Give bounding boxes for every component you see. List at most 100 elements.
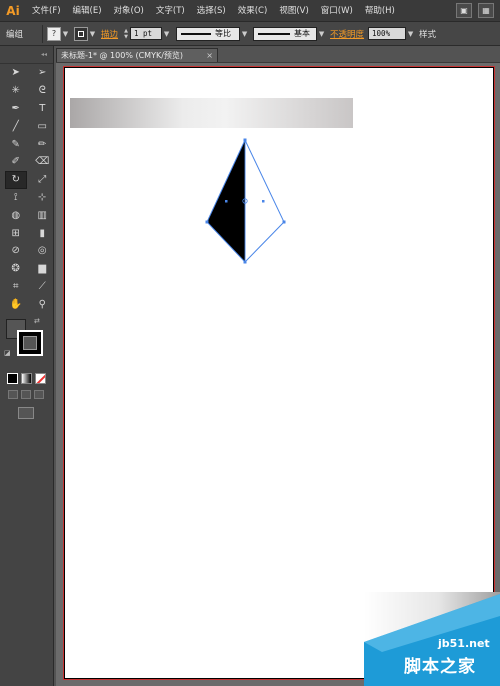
- tools-panel: ◂◂ ➤ ➢ ✳ ᘓ ✒ T ╱ ▭ ✎ ✏ ✐ ⌫ ↻ ⤢ ⟟ ⊹ ◍ ▥ ⊞ ▮ ⊘ ◎ ❂ ▆ ⌗ ⟋ ✋ ⚲ ⇄ ◪: [0, 46, 54, 686]
- menu-edit[interactable]: 编辑(E): [67, 0, 108, 22]
- chevron-down-icon[interactable]: ▼: [317, 27, 326, 41]
- none-mode-icon[interactable]: [35, 373, 46, 385]
- menu-extras: ▣ ▦: [456, 3, 494, 18]
- lasso-tool-icon[interactable]: ᘓ: [32, 82, 54, 100]
- paintbrush-tool-icon[interactable]: ✎: [5, 135, 27, 153]
- scale-tool-icon[interactable]: ⤢: [32, 171, 53, 189]
- tool-row: ✐ ⌫: [0, 153, 53, 171]
- anchor-point[interactable]: [205, 220, 209, 224]
- chevron-down-icon[interactable]: ▼: [88, 27, 97, 41]
- stroke-weight-field[interactable]: 1 pt: [130, 27, 163, 40]
- menu-effect[interactable]: 效果(C): [232, 0, 274, 22]
- menu-bar: Ai 文件(F) 编辑(E) 对象(O) 文字(T) 选择(S) 效果(C) 视…: [0, 0, 500, 22]
- tool-grid: ➤ ➢ ✳ ᘓ ✒ T ╱ ▭ ✎ ✏ ✐ ⌫ ↻ ⤢ ⟟ ⊹ ◍ ▥ ⊞ ▮ ⊘ ◎ ❂ ▆ ⌗ ⟋ ✋ ⚲: [0, 64, 53, 313]
- screen-mode-icon[interactable]: [18, 407, 34, 420]
- tool-row: ✎ ✏: [0, 135, 53, 153]
- tool-row: ✒ T: [0, 100, 53, 118]
- tool-row: ❂ ▆: [0, 260, 53, 278]
- draw-behind-icon[interactable]: [21, 390, 31, 400]
- zoom-tool-icon[interactable]: ⚲: [32, 295, 54, 313]
- perspective-grid-tool-icon[interactable]: ▥: [32, 206, 54, 224]
- chevron-down-icon[interactable]: ▼: [406, 27, 415, 41]
- fill-stroke-control: ⇄ ◪: [0, 317, 53, 367]
- profile-label: 等比: [215, 29, 232, 38]
- menu-type[interactable]: 文字(T): [150, 0, 191, 22]
- bridge-icon[interactable]: ▣: [456, 3, 472, 18]
- shape-builder-tool-icon[interactable]: ◍: [5, 206, 27, 224]
- tool-row: ✋ ⚲: [0, 295, 53, 313]
- blend-tool-icon[interactable]: ◎: [32, 242, 54, 260]
- stroke-inner: [23, 336, 37, 351]
- chevron-down-icon[interactable]: ▼: [162, 27, 171, 41]
- pencil-tool-icon[interactable]: ✏: [32, 135, 54, 153]
- width-tool-icon[interactable]: ⟟: [5, 189, 27, 207]
- menu-file[interactable]: 文件(F): [26, 0, 67, 22]
- tool-row: ↻ ⤢: [0, 170, 53, 189]
- profile-line-icon: [181, 32, 212, 35]
- menu-help[interactable]: 帮助(H): [359, 0, 401, 22]
- arrange-documents-icon[interactable]: ▦: [478, 3, 494, 18]
- rectangle-tool-icon[interactable]: ▭: [32, 117, 54, 135]
- stepper-icon[interactable]: ▲ ▼: [122, 27, 130, 41]
- rotate-tool-icon[interactable]: ↻: [5, 170, 27, 189]
- color-mode-icon[interactable]: [7, 373, 18, 385]
- brush-label: 基本: [294, 29, 311, 38]
- artboard[interactable]: [64, 67, 494, 679]
- opacity-field[interactable]: 100%: [368, 27, 407, 40]
- slice-tool-icon[interactable]: ⟋: [32, 278, 54, 296]
- tool-row: ⊞ ▮: [0, 224, 53, 242]
- menu-select[interactable]: 选择(S): [191, 0, 232, 22]
- free-transform-tool-icon[interactable]: ⊹: [32, 189, 54, 207]
- gradient-rectangle[interactable]: [70, 98, 353, 128]
- anchor-point[interactable]: [282, 220, 286, 224]
- anchor-point[interactable]: [243, 260, 247, 264]
- variable-width-profile[interactable]: 等比: [176, 26, 241, 41]
- direct-selection-tool-icon[interactable]: ➢: [32, 64, 54, 82]
- tool-row: ⟟ ⊹: [0, 189, 53, 207]
- stroke-label[interactable]: 描边: [101, 28, 118, 40]
- artboard-tool-icon[interactable]: ⌗: [5, 278, 27, 296]
- gradient-tool-icon[interactable]: ▮: [32, 224, 54, 242]
- anchor-point[interactable]: [262, 200, 265, 203]
- blob-brush-tool-icon[interactable]: ✐: [5, 153, 27, 171]
- chevron-down-icon[interactable]: ▼: [240, 27, 249, 41]
- anchor-point[interactable]: [243, 138, 247, 142]
- eyedropper-tool-icon[interactable]: ⊘: [5, 242, 27, 260]
- gradient-mode-icon[interactable]: [21, 373, 32, 385]
- divider: [42, 24, 43, 43]
- kite-shape[interactable]: [205, 138, 295, 268]
- brush-definition[interactable]: 基本: [253, 26, 318, 41]
- selection-tool-icon[interactable]: ➤: [5, 64, 27, 82]
- hand-tool-icon[interactable]: ✋: [5, 295, 27, 313]
- symbol-sprayer-tool-icon[interactable]: ❂: [5, 260, 27, 278]
- draw-normal-icon[interactable]: [8, 390, 18, 400]
- close-icon[interactable]: ×: [206, 51, 213, 60]
- line-segment-tool-icon[interactable]: ╱: [5, 117, 27, 135]
- panel-grip-icon[interactable]: ◂◂: [0, 46, 53, 64]
- opacity-label[interactable]: 不透明度: [330, 28, 364, 40]
- type-tool-icon[interactable]: T: [32, 100, 54, 118]
- chevron-down-icon[interactable]: ▼: [61, 27, 70, 41]
- pen-tool-icon[interactable]: ✒: [5, 100, 27, 118]
- default-colors-icon[interactable]: ◪: [4, 349, 11, 357]
- stroke-swatch[interactable]: [74, 26, 88, 41]
- tool-row: ╱ ▭: [0, 117, 53, 135]
- tool-row: ◍ ▥: [0, 206, 53, 224]
- anchor-point[interactable]: [225, 200, 228, 203]
- draw-inside-icon[interactable]: [34, 390, 44, 400]
- swap-fill-stroke-icon[interactable]: ⇄: [34, 317, 40, 325]
- menu-object[interactable]: 对象(O): [108, 0, 150, 22]
- stroke-color-box[interactable]: [17, 330, 43, 357]
- eraser-tool-icon[interactable]: ⌫: [32, 153, 54, 171]
- watermark: jb51.net 脚本之家: [364, 592, 500, 686]
- draw-modes: [0, 390, 53, 400]
- column-graph-tool-icon[interactable]: ▆: [32, 260, 54, 278]
- mesh-tool-icon[interactable]: ⊞: [5, 224, 27, 242]
- menu-view[interactable]: 视图(V): [273, 0, 314, 22]
- document-tab[interactable]: 未标题-1* @ 100% (CMYK/预览) ×: [56, 48, 218, 62]
- menu-window[interactable]: 窗口(W): [315, 0, 359, 22]
- magic-wand-tool-icon[interactable]: ✳: [5, 82, 27, 100]
- tool-row: ➤ ➢: [0, 64, 53, 82]
- fill-swatch[interactable]: ?: [47, 26, 61, 41]
- style-label[interactable]: 样式: [419, 28, 436, 40]
